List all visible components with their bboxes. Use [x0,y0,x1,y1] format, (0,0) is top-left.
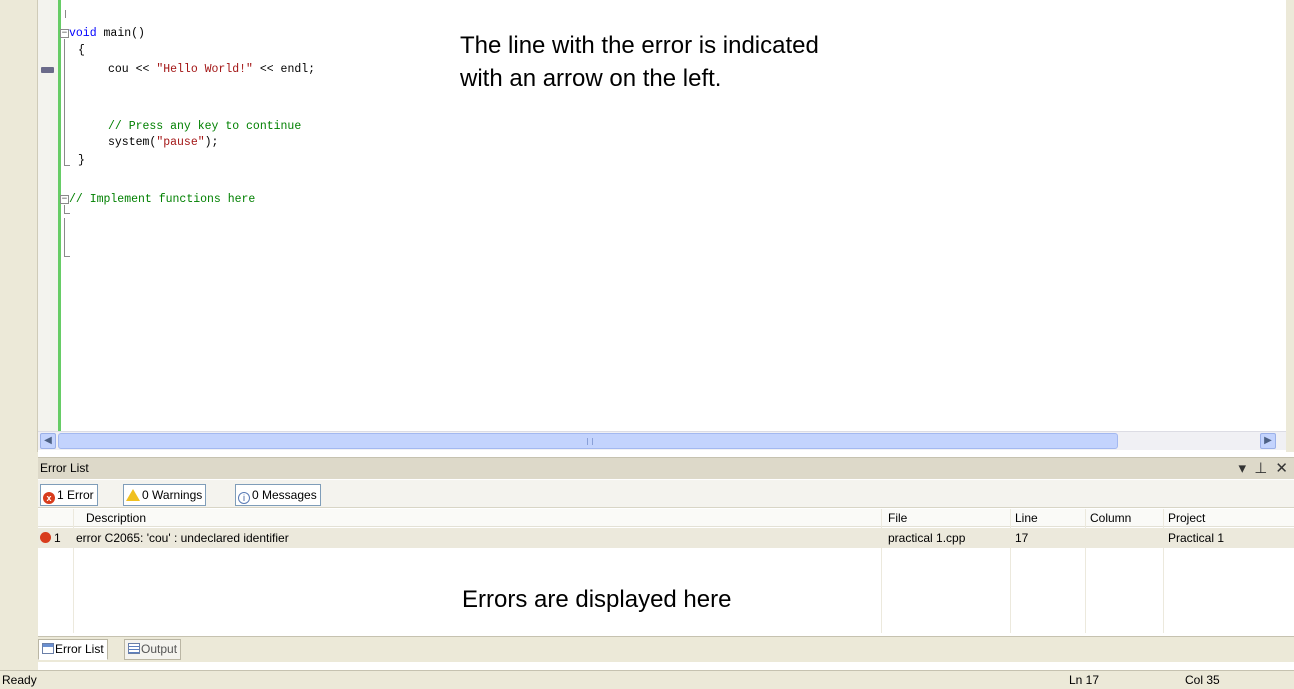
panel-tab-strip: Error List Output [38,636,1294,662]
error-line-indicator-icon [41,67,54,73]
errors-filter-label: 1 Error [57,488,94,502]
fold-collapse-icon[interactable]: − [60,29,69,38]
table-row[interactable]: 1 error C2065: 'cou' : undeclared identi… [38,528,1294,548]
error-filter-toolbar: x1 Error 0 Warnings i0 Messages [38,480,1294,508]
keyword-void: void [69,27,97,40]
panel-left-frame [0,452,38,670]
error-list-table: Description File Line Column Project 1 e… [38,509,1294,633]
annotation-arrow-line-1: The line with the error is indicated [460,32,819,59]
error-list-icon [42,643,54,654]
error-icon: x [43,492,55,504]
code-text: system( [108,136,157,149]
error-list-title-bar: Error List ▾ ⊥ ✕ [38,457,1294,479]
row-description: error C2065: 'cou' : undeclared identifi… [76,531,289,545]
right-frame-strip [1286,0,1294,452]
warning-icon [126,489,140,501]
code-line-error: cou << "Hello World!" << endl; [108,63,315,77]
fold-line [64,218,65,256]
code-line-system: system("pause"); [108,136,218,150]
fold-line-end [64,165,70,166]
horizontal-scrollbar[interactable]: ◀ ▶ [38,431,1286,450]
panel-window-controls[interactable]: ▾ ⊥ ✕ [1239,459,1291,477]
indicator-margin [38,0,58,431]
status-bar: Ready Ln 17 Col 35 [0,670,1294,689]
tab-error-list-label: Error List [55,642,104,656]
column-header-description[interactable]: Description [86,511,146,525]
column-header-file[interactable]: File [888,511,907,525]
code-editor[interactable]: − − void main() { cou << "Hello World!" … [38,0,1286,431]
fold-line [64,205,65,213]
scroll-right-arrow-icon[interactable]: ▶ [1260,433,1276,449]
tab-output[interactable]: Output [124,639,182,660]
code-line-close-brace: } [78,154,85,167]
fold-line [64,39,65,166]
row-line: 17 [1015,531,1029,545]
column-header-project[interactable]: Project [1168,511,1205,525]
status-ready: Ready [2,673,37,687]
status-line: Ln 17 [1069,673,1100,687]
panel-title: Error List [40,461,89,475]
column-header-column[interactable]: Column [1090,511,1131,525]
tab-output-label: Output [141,642,178,656]
output-icon [128,643,140,654]
info-icon: i [238,492,250,504]
code-line-open-brace: { [78,44,85,57]
code-line-main: void main() [69,27,145,41]
fold-line-end [64,213,70,214]
horizontal-scroll-thumb[interactable] [58,433,1118,449]
fold-line-end [64,256,70,257]
annotation-arrow-line-2: with an arrow on the left. [460,65,722,92]
left-frame-strip [0,0,38,452]
code-text: cou << [108,63,157,76]
annotation-errors-here: Errors are displayed here [462,586,732,613]
row-index: 1 [54,531,61,545]
code-line-comment: // Implement functions here [69,193,256,206]
status-column: Col 35 [1185,673,1220,687]
warnings-filter-label: 0 Warnings [142,488,203,502]
messages-filter-button[interactable]: i0 Messages [235,484,321,506]
scroll-left-arrow-icon[interactable]: ◀ [40,433,56,449]
code-text: ); [204,136,219,149]
errors-filter-button[interactable]: x1 Error [40,484,98,506]
error-icon [40,532,51,543]
warnings-filter-button[interactable]: 0 Warnings [123,484,207,506]
change-tracking-bar [58,0,61,431]
code-line-comment: // Press any key to continue [108,120,302,133]
scroll-grip-icon [587,438,593,445]
table-header: Description File Line Column Project [38,509,1294,527]
fold-collapse-icon[interactable]: − [60,195,69,204]
tab-error-list[interactable]: Error List [38,639,108,660]
code-text: main() [96,27,145,40]
row-file: practical 1.cpp [888,531,966,545]
row-project: Practical 1 [1168,531,1225,545]
messages-filter-label: 0 Messages [252,488,317,502]
string-literal: "Hello World!" [156,63,253,76]
string-literal: "pause" [156,136,205,149]
code-text: << endl; [252,63,316,76]
fold-line [65,10,66,18]
column-header-line[interactable]: Line [1015,511,1038,525]
